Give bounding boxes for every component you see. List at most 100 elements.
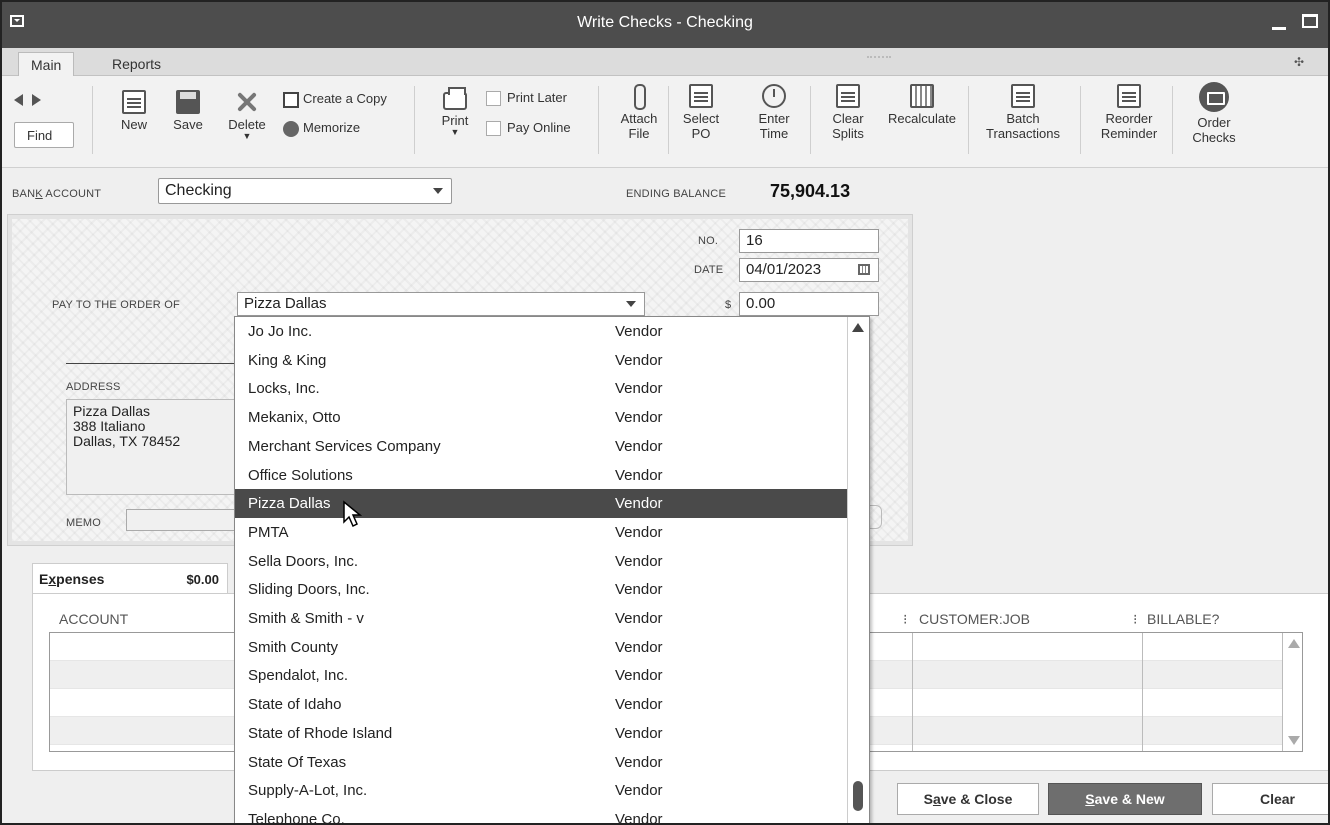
column-divider[interactable]: ⁝ (1133, 611, 1137, 628)
toolbar: Find New Save Delete ▼ Create a Copy Mem… (2, 76, 1328, 168)
select-po-label-1: Select (682, 111, 720, 126)
create-copy-label: Create a Copy (303, 91, 387, 106)
select-po-button[interactable]: Select PO (678, 84, 724, 141)
ribbon-tab-bar: Main Reports ✣ (2, 48, 1328, 76)
date-field[interactable]: 04/01/2023 (739, 258, 879, 282)
save-new-button[interactable]: Save & New (1048, 783, 1202, 815)
enter-time-button[interactable]: Enter Time (754, 84, 794, 141)
recalculate-label: Recalculate (888, 111, 956, 126)
vendor-list-item[interactable]: Sella Doors, Inc. Vendor (235, 547, 847, 576)
vendor-list-item[interactable]: Telephone Co. Vendor (235, 805, 847, 825)
vendor-list-item[interactable]: Office Solutions Vendor (235, 461, 847, 490)
vendor-list-item[interactable]: King & King Vendor (235, 346, 847, 375)
chevron-down-icon: ▼ (242, 131, 252, 141)
find-button[interactable]: Find (14, 122, 74, 148)
grid-column-line (1142, 633, 1143, 751)
vendor-name: Smith & Smith - v (248, 610, 364, 627)
minimize-icon[interactable] (1272, 27, 1286, 30)
chevron-down-icon (626, 301, 636, 307)
delete-x-icon (235, 90, 259, 114)
tab-main[interactable]: Main (18, 52, 75, 76)
vendor-list-item[interactable]: Smith & Smith - v Vendor (235, 604, 847, 633)
column-divider[interactable]: ⁝ (903, 611, 907, 628)
written-amount-line (66, 363, 246, 364)
vendor-type: Vendor (615, 495, 663, 513)
checkbox-icon (486, 121, 501, 137)
address-field[interactable]: Pizza Dallas 388 Italiano Dallas, TX 784… (66, 399, 246, 495)
create-copy-button[interactable]: Create a Copy (283, 91, 387, 108)
vendor-type: Vendor (615, 409, 663, 427)
scroll-thumb[interactable] (853, 781, 863, 811)
column-header-customer-job[interactable]: CUSTOMER:JOB (919, 611, 1030, 627)
clear-splits-button[interactable]: Clear Splits (826, 84, 870, 141)
print-button[interactable]: Print ▼ (438, 87, 472, 137)
payee-dropdown-list[interactable]: Jo Jo Inc. Vendor King & King Vendor Locks, … (234, 316, 870, 825)
vendor-name: State of Idaho (248, 696, 342, 714)
next-arrow-icon[interactable] (32, 94, 41, 106)
attach-file-button[interactable]: Attach File (616, 84, 662, 141)
scroll-down-icon[interactable] (1288, 736, 1300, 745)
ending-balance-label: ENDING BALANCE (626, 188, 726, 200)
vendor-list-item[interactable]: Sliding Doors, Inc. Vendor (235, 575, 847, 604)
memorize-button[interactable]: Memorize (283, 120, 360, 137)
vendor-type: Vendor (615, 724, 663, 742)
save-close-post: ve & Close (940, 791, 1013, 807)
save-close-button[interactable]: Save & Close (897, 783, 1039, 815)
vendor-list-item[interactable]: Spendalot, Inc. Vendor (235, 661, 847, 690)
vendor-list-item[interactable]: PMTA Vendor (235, 518, 847, 547)
dropdown-scrollbar[interactable] (847, 317, 869, 823)
calendar-icon[interactable] (858, 264, 870, 275)
vendor-type: Vendor (615, 437, 663, 455)
clear-button[interactable]: Clear (1212, 783, 1328, 815)
vendor-list-item[interactable]: Smith County Vendor (235, 633, 847, 662)
vendor-name: State of Rhode Island (248, 724, 393, 742)
vendor-type: Vendor (615, 323, 663, 340)
reorder-reminder-button[interactable]: Reorder Reminder (1092, 84, 1166, 141)
expand-icon[interactable]: ✣ (1294, 55, 1304, 69)
vendor-list-item[interactable]: State of Rhode Island Vendor (235, 719, 847, 748)
grid-scrollbar[interactable] (1282, 633, 1302, 751)
toolbar-separator (92, 86, 93, 154)
column-header-account[interactable]: ACCOUNT (59, 611, 128, 627)
copy-icon (283, 91, 299, 108)
save-button[interactable]: Save (170, 90, 206, 132)
amount-field[interactable]: 0.00 (739, 292, 879, 316)
vendor-type: Vendor (615, 810, 663, 825)
bank-account-select[interactable]: Checking (158, 178, 452, 204)
memorize-icon (283, 120, 299, 137)
maximize-icon[interactable] (1302, 14, 1318, 28)
toolbar-separator (414, 86, 415, 154)
check-number-field[interactable]: 16 (739, 229, 879, 253)
vendor-list-item[interactable]: Jo Jo Inc. Vendor (235, 317, 847, 346)
printer-icon (443, 87, 467, 110)
vendor-list-item[interactable]: Supply-A-Lot, Inc. Vendor (235, 776, 847, 805)
pay-online-checkbox[interactable]: Pay Online (486, 120, 571, 137)
vendor-type: Vendor (615, 667, 663, 685)
new-button[interactable]: New (116, 90, 152, 132)
print-later-checkbox[interactable]: Print Later (486, 90, 567, 107)
vendor-list-item[interactable]: State of Idaho Vendor (235, 690, 847, 719)
drag-grip-icon[interactable] (867, 56, 891, 60)
previous-arrow-icon[interactable] (14, 94, 23, 106)
scroll-up-icon[interactable] (1288, 639, 1300, 648)
check-number-label: NO. (698, 235, 719, 247)
grid-column-line (912, 633, 913, 751)
vendor-name: Office Solutions (248, 466, 353, 484)
scroll-up-icon[interactable] (852, 323, 864, 332)
new-document-icon (122, 90, 146, 114)
tab-expenses[interactable]: Expenses $0.00 (32, 563, 228, 593)
vendor-list-item[interactable]: Merchant Services Company Vendor (235, 432, 847, 461)
tab-reports[interactable]: Reports (100, 52, 173, 76)
column-header-billable[interactable]: BILLABLE? (1147, 611, 1219, 627)
vendor-list-item[interactable]: State Of Texas Vendor (235, 748, 847, 777)
payee-select[interactable]: Pizza Dallas (237, 292, 645, 316)
batch-transactions-button[interactable]: Batch Transactions (976, 84, 1070, 141)
delete-button[interactable]: Delete ▼ (222, 90, 272, 141)
delete-label: Delete (228, 117, 266, 132)
vendor-list-item[interactable]: Mekanix, Otto Vendor (235, 403, 847, 432)
vendor-list-item[interactable]: Locks, Inc. Vendor (235, 374, 847, 403)
order-checks-button[interactable]: Order Checks (1184, 82, 1244, 145)
vendor-name: Smith County (248, 638, 339, 656)
vendor-list-item[interactable]: Pizza Dallas Vendor (235, 489, 847, 518)
recalculate-button[interactable]: Recalculate (882, 84, 962, 126)
